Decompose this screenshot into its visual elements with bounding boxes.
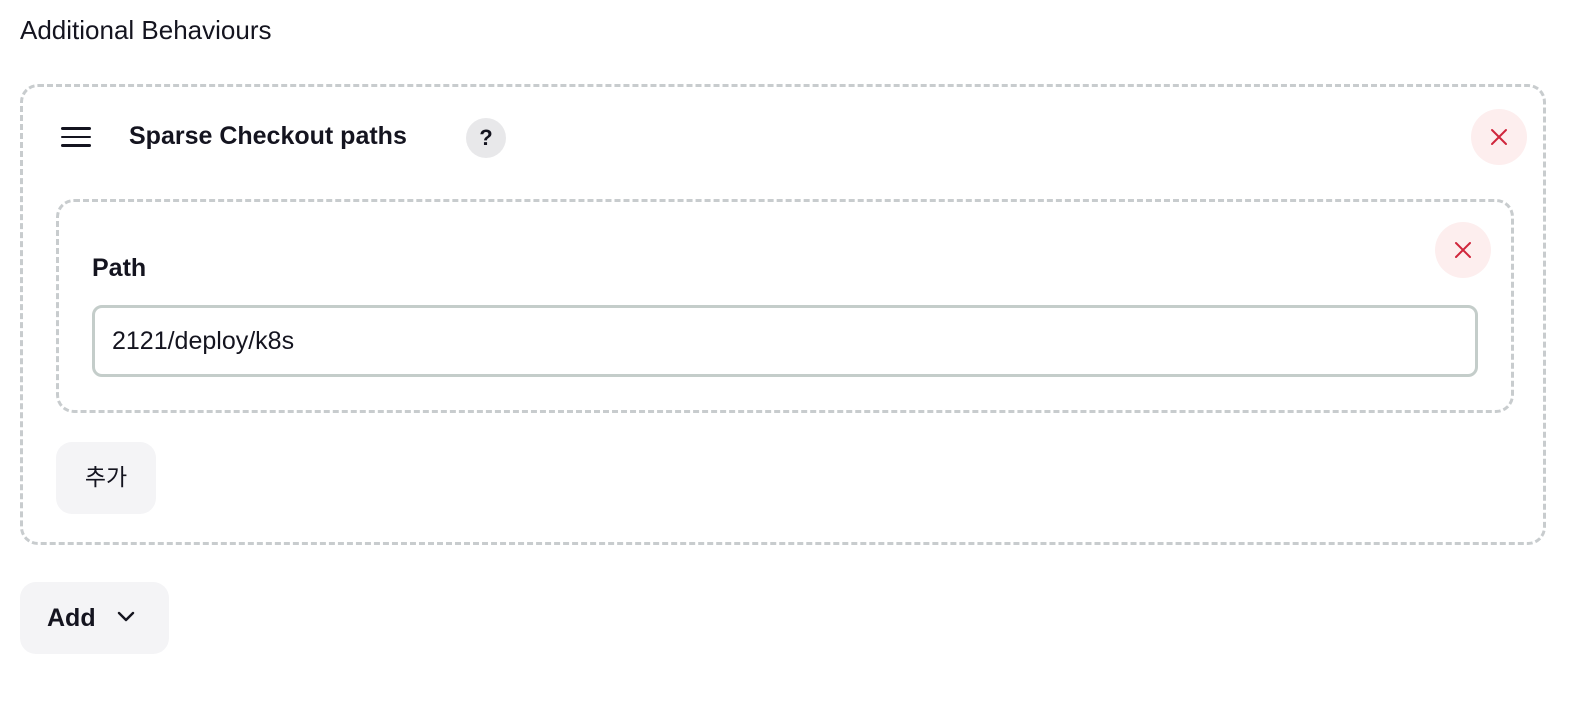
close-icon [1491,129,1507,145]
section-title: Additional Behaviours [20,15,272,45]
hamburger-menu-icon[interactable] [61,127,91,147]
path-entry-card: Path [56,199,1514,413]
remove-path-button[interactable] [1435,222,1491,278]
add-behaviour-dropdown-button[interactable]: Add [20,582,169,654]
sparse-checkout-card: Sparse Checkout paths ? Path 추가 [20,84,1546,545]
path-label: Path [92,254,147,282]
chevron-down-icon [117,611,135,622]
page: Additional Behaviours Sparse Checkout pa… [0,0,1574,706]
close-icon [1455,242,1471,258]
add-button-label: Add [47,604,96,632]
add-path-button[interactable]: 추가 [56,442,156,514]
path-input[interactable] [92,305,1478,377]
help-button[interactable]: ? [466,118,506,158]
remove-behaviour-button[interactable] [1471,109,1527,165]
card-title: Sparse Checkout paths [129,122,407,150]
